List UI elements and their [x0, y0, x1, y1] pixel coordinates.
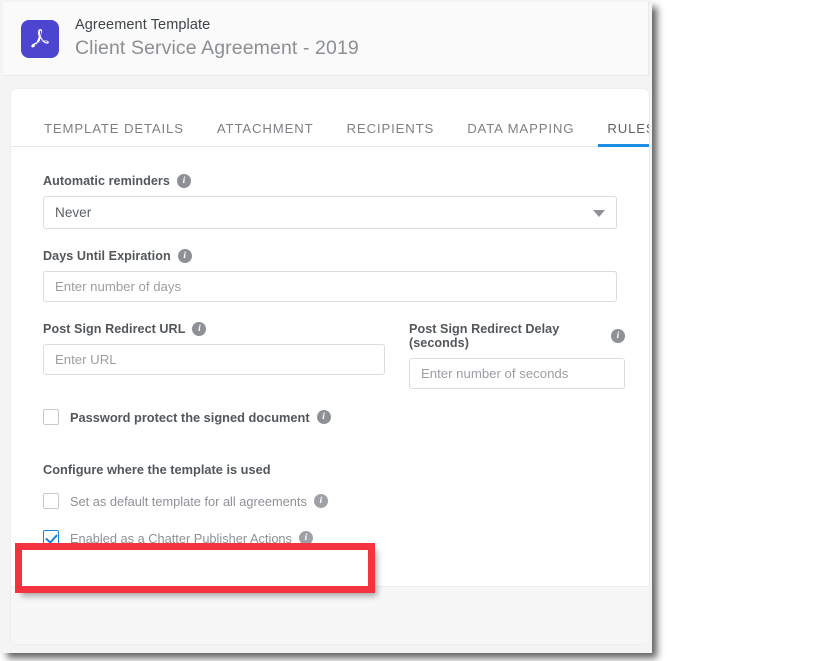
label-text: Enabled as a Chatter Publisher Actions: [70, 530, 292, 546]
tab-recipients[interactable]: RECIPIENTS: [347, 121, 435, 147]
tab-template-details[interactable]: TEMPLATE DETAILS: [44, 121, 184, 147]
checkbox-chatter-publisher-actions[interactable]: Enabled as a Chatter Publisher Actions i: [43, 530, 617, 546]
label-post-sign-redirect-delay: Post Sign Redirect Delay (seconds) i: [409, 322, 625, 350]
header-card: Agreement Template Client Service Agreem…: [3, 2, 649, 76]
info-icon[interactable]: i: [298, 531, 313, 545]
checkbox-password-protect[interactable]: Password protect the signed document i: [43, 409, 617, 425]
info-icon[interactable]: i: [611, 329, 625, 343]
selected-value: Never: [55, 205, 92, 220]
info-icon[interactable]: i: [176, 174, 191, 188]
tab-data-mapping[interactable]: DATA MAPPING: [467, 121, 574, 147]
app-window: Agreement Template Client Service Agreem…: [0, 0, 652, 653]
field-days-until-expiration: Days Until Expiration i: [43, 249, 617, 302]
checkbox-label: Set as default template for all agreemen…: [70, 494, 328, 509]
main-card: TEMPLATE DETAILS ATTACHMENT RECIPIENTS D…: [10, 88, 650, 645]
info-icon[interactable]: i: [313, 494, 328, 508]
automatic-reminders-select-wrap: Never: [43, 196, 617, 229]
tab-attachment[interactable]: ATTACHMENT: [217, 121, 314, 147]
checkbox-set-default-template[interactable]: Set as default template for all agreemen…: [43, 493, 617, 509]
label-automatic-reminders: Automatic reminders i: [43, 174, 617, 188]
label-text: Password protect the signed document: [70, 409, 310, 425]
label-text: Post Sign Redirect Delay (seconds): [409, 322, 560, 350]
days-until-expiration-input[interactable]: [43, 271, 617, 302]
info-icon[interactable]: i: [177, 249, 192, 263]
rules-form: Automatic reminders i Never Days Until E…: [11, 147, 649, 546]
checkbox-box[interactable]: [43, 530, 59, 546]
label-days-until-expiration: Days Until Expiration i: [43, 249, 617, 263]
label-post-sign-redirect-url: Post Sign Redirect URL i: [43, 322, 385, 336]
field-automatic-reminders: Automatic reminders i Never: [43, 174, 617, 229]
post-sign-redirect-delay-input[interactable]: [409, 358, 625, 389]
header-text: Agreement Template Client Service Agreem…: [75, 17, 359, 59]
configure-section: Configure where the template is used Set…: [43, 462, 617, 546]
label-text: Automatic reminders: [43, 174, 170, 188]
pdf-icon: [21, 19, 59, 58]
header-kicker: Agreement Template: [75, 17, 211, 34]
field-post-sign-redirect-delay: Post Sign Redirect Delay (seconds) i: [409, 322, 625, 389]
label-text: Days Until Expiration: [43, 249, 171, 263]
card-footer: [11, 586, 649, 644]
info-icon[interactable]: i: [192, 322, 207, 336]
info-icon[interactable]: i: [316, 410, 331, 424]
tab-bar: TEMPLATE DETAILS ATTACHMENT RECIPIENTS D…: [11, 89, 649, 147]
checkbox-box[interactable]: [43, 409, 59, 425]
tab-rules[interactable]: RULES: [598, 121, 649, 147]
configure-section-heading: Configure where the template is used: [43, 462, 271, 477]
post-sign-redirect-url-input[interactable]: [43, 344, 385, 375]
label-text: Post Sign Redirect URL: [43, 322, 186, 336]
checkbox-label: Enabled as a Chatter Publisher Actions i: [70, 531, 313, 546]
page-title: Client Service Agreement - 2019: [75, 36, 359, 59]
label-text: Set as default template for all agreemen…: [70, 493, 307, 509]
checkbox-box[interactable]: [43, 493, 59, 509]
redirect-row: Post Sign Redirect URL i Post Sign Redir…: [43, 322, 625, 389]
automatic-reminders-select[interactable]: Never: [43, 196, 617, 229]
checkbox-label: Password protect the signed document i: [70, 410, 331, 425]
field-post-sign-redirect-url: Post Sign Redirect URL i: [43, 322, 385, 389]
